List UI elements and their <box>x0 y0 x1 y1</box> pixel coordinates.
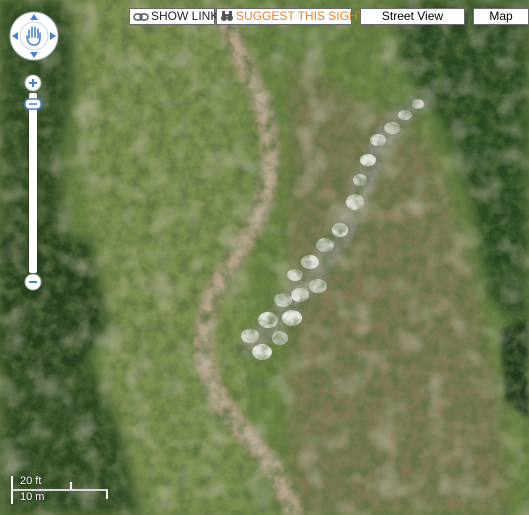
zoom-out-button[interactable] <box>24 273 42 291</box>
chain-link-icon <box>133 13 149 21</box>
show-link-label: SHOW LINK <box>151 9 219 23</box>
satellite-imagery[interactable] <box>0 0 529 515</box>
scale-meters-label: 10 m <box>20 491 45 503</box>
map-type-button[interactable]: Map <box>473 8 529 25</box>
suggest-sight-label: SUGGEST THIS SIGHT <box>236 9 365 23</box>
zoom-slider-handle[interactable] <box>24 98 42 110</box>
map-type-label: Map <box>489 9 513 23</box>
pan-control[interactable] <box>9 11 59 61</box>
satellite-map[interactable]: SHOW LINK SUGGEST THIS SIGHT Street View… <box>0 0 529 515</box>
suggest-sight-button[interactable]: SUGGEST THIS SIGHT <box>216 8 365 25</box>
zoom-slider-track[interactable] <box>29 93 37 273</box>
show-link-button[interactable]: SHOW LINK <box>129 8 219 25</box>
street-view-label: Street View <box>381 9 444 23</box>
binoculars-icon <box>221 11 233 21</box>
scale-bar: 20 ft 10 m <box>11 473 111 507</box>
street-view-button[interactable]: Street View <box>360 8 465 25</box>
scale-feet-label: 20 ft <box>20 475 42 487</box>
zoom-in-button[interactable] <box>24 74 42 92</box>
